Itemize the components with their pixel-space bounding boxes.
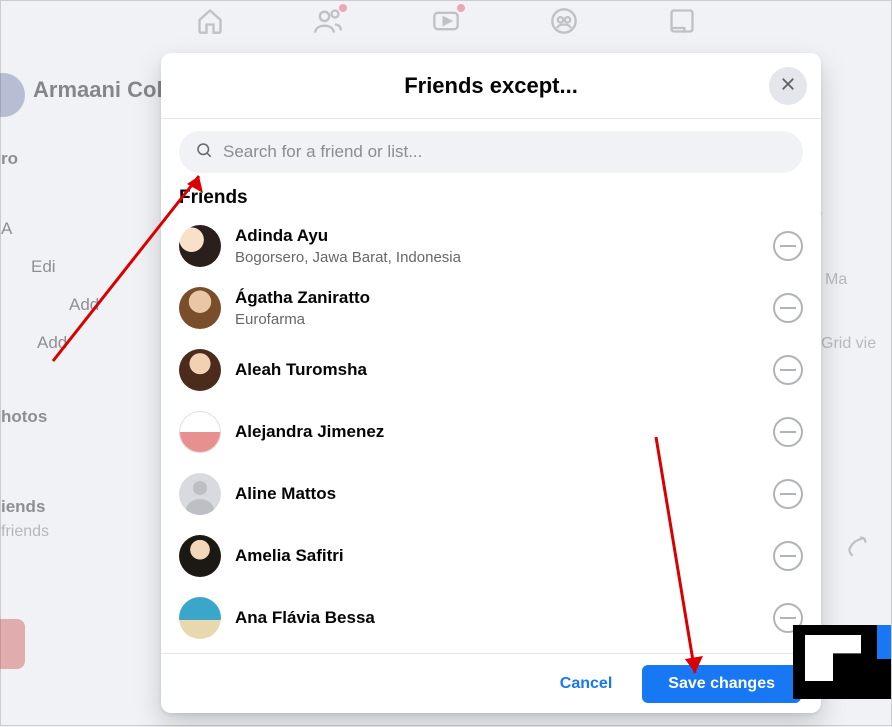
list-item[interactable]: Aleah Turomsha [179,339,803,401]
friend-info: Aline Mattos [235,484,759,504]
modal-header: Friends except... [161,53,821,119]
watch-icon [432,7,460,40]
avatar [179,225,221,267]
friend-name: Aleah Turomsha [235,360,759,380]
friend-info: Adinda Ayu Bogorsero, Jawa Barat, Indones… [235,226,759,265]
sidebar-fragments: ro A Edi Add Add hotos iends friends [1,131,99,559]
list-item[interactable]: Ágatha Zaniratto Eurofarma [179,277,803,339]
groups-icon [550,7,578,40]
friend-info: Ana Flávia Bessa [235,608,759,628]
more-icon [668,7,696,40]
close-icon [779,75,797,98]
avatar [179,597,221,639]
friend-info: Amelia Safitri [235,546,759,566]
home-icon [196,7,224,40]
list-item[interactable]: Alejandra Jimenez [179,401,803,463]
friend-sub: Bogorsero, Jawa Barat, Indonesia [235,249,759,266]
avatar [0,73,25,117]
username-label: Armaani Col [33,77,163,103]
friends-except-modal: Friends except... Friends Adinda Ayu Bogo… [161,53,821,713]
exclude-button[interactable] [773,293,803,323]
save-changes-button[interactable]: Save changes [642,665,801,703]
watermark [793,625,891,699]
avatar [179,287,221,329]
avatar [179,411,221,453]
friend-name: Alejandra Jimenez [235,422,759,442]
friend-info: Aleah Turomsha [235,360,759,380]
exclude-button[interactable] [773,231,803,261]
cancel-button[interactable]: Cancel [550,667,622,701]
friend-name: Adinda Ayu [235,226,759,246]
avatar [179,473,221,515]
list-item[interactable]: Aline Mattos [179,463,803,525]
search-field[interactable] [179,131,803,173]
close-button[interactable] [769,67,807,105]
modal-footer: Cancel Save changes [161,653,821,713]
list-item[interactable]: Ana Flávia Bessa [179,587,803,649]
avatar [179,535,221,577]
friend-name: Amelia Safitri [235,546,759,566]
friend-name: Ágatha Zaniratto [235,288,759,308]
photo-thumb [0,619,25,669]
section-heading: Friends [161,185,821,215]
friend-info: Ágatha Zaniratto Eurofarma [235,288,759,327]
friend-info: Alejandra Jimenez [235,422,759,442]
list-item[interactable]: Amelia Safitri [179,525,803,587]
share-icon [845,534,871,565]
exclude-button[interactable] [773,417,803,447]
friends-list[interactable]: Adinda Ayu Bogorsero, Jawa Barat, Indones… [161,215,821,653]
friends-icon [314,7,342,40]
friend-name: Aline Mattos [235,484,759,504]
list-item[interactable]: Adinda Ayu Bogorsero, Jawa Barat, Indones… [179,215,803,277]
exclude-button[interactable] [773,479,803,509]
exclude-button[interactable] [773,541,803,571]
search-icon [195,141,213,164]
modal-title: Friends except... [404,73,578,99]
friend-name: Ana Flávia Bessa [235,608,759,628]
search-input[interactable] [223,142,787,162]
avatar [179,349,221,391]
friend-sub: Eurofarma [235,311,759,328]
exclude-button[interactable] [773,355,803,385]
top-nav [1,7,891,40]
search-wrap [161,119,821,185]
